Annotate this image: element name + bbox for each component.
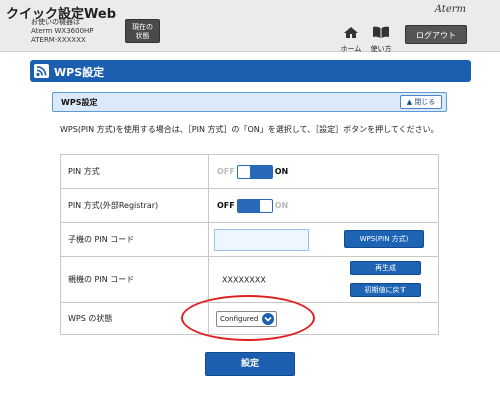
row-child-pin: 子機の PIN コード WPS(PIN 方式) (60, 222, 439, 257)
model-line-3: ATERM-XXXXXX (31, 36, 86, 44)
parent-pin-label: 親機の PIN コード (60, 256, 209, 303)
home-icon (344, 27, 358, 38)
pin-external-toggle[interactable]: OFF ON (217, 198, 289, 213)
reset-default-button[interactable]: 初期値に戻す (350, 283, 421, 297)
status-label-2: 状態 (135, 32, 150, 40)
highlight-ring (181, 295, 315, 341)
description-text: WPS(PIN 方式)を使用する場合は、［PIN 方式］の「ON」を選択して、［… (60, 125, 439, 134)
child-pin-label: 子機の PIN コード (60, 222, 209, 257)
model-line-1: お使いの機器は (31, 18, 80, 26)
pin-external-label: PIN 方式(外部Registrar) (60, 188, 209, 223)
logout-button[interactable]: ログアウト (405, 25, 467, 44)
current-status-button[interactable]: 現在の 状態 (125, 19, 160, 43)
status-label-1: 現在の (132, 23, 153, 31)
brand-logo: Aterm (434, 4, 466, 15)
wps-pin-button[interactable]: WPS(PIN 方式) (344, 230, 424, 248)
section-title-bar: WPS設定 (30, 60, 471, 82)
wps-panel-header: WPS設定 ▲ 閉じる (52, 92, 447, 112)
pin-external-switch[interactable] (236, 198, 273, 213)
parent-pin-value: XXXXXXXX (222, 275, 266, 284)
chevron-up-icon: ▲ (406, 98, 413, 106)
row-pin-mode: PIN 方式 OFF ON (60, 154, 439, 189)
model-line-2: Aterm WX3600HP (31, 27, 94, 35)
guide-button[interactable]: 使い方 (369, 24, 393, 53)
guide-label: 使い方 (370, 45, 392, 53)
submit-button[interactable]: 設定 (205, 352, 295, 376)
pin-mode-on-text: ON (274, 167, 289, 176)
pin-external-off-text: OFF (217, 201, 235, 210)
close-label: 閉じる (414, 98, 436, 106)
pin-mode-switch[interactable] (236, 164, 273, 179)
pin-mode-label: PIN 方式 (60, 154, 209, 189)
regenerate-button[interactable]: 再生成 (350, 261, 421, 275)
wifi-icon (34, 64, 49, 78)
pin-mode-off-text: OFF (217, 167, 235, 176)
close-panel-button[interactable]: ▲ 閉じる (400, 95, 442, 109)
section-title: WPS設定 (54, 66, 105, 79)
child-pin-input[interactable] (214, 229, 309, 251)
model-info: お使いの機器は Aterm WX3600HP ATERM-XXXXXX (31, 18, 94, 45)
home-label: ホーム (340, 45, 362, 53)
pin-external-on-text: ON (274, 201, 289, 210)
home-button[interactable]: ホーム (340, 24, 362, 53)
app-header: クイック設定Web お使いの機器は Aterm WX3600HP ATERM-X… (0, 0, 500, 53)
panel-title: WPS設定 (61, 98, 98, 107)
row-pin-external: PIN 方式(外部Registrar) OFF ON (60, 188, 439, 223)
book-icon (373, 26, 389, 38)
pin-mode-toggle[interactable]: OFF ON (217, 164, 289, 179)
